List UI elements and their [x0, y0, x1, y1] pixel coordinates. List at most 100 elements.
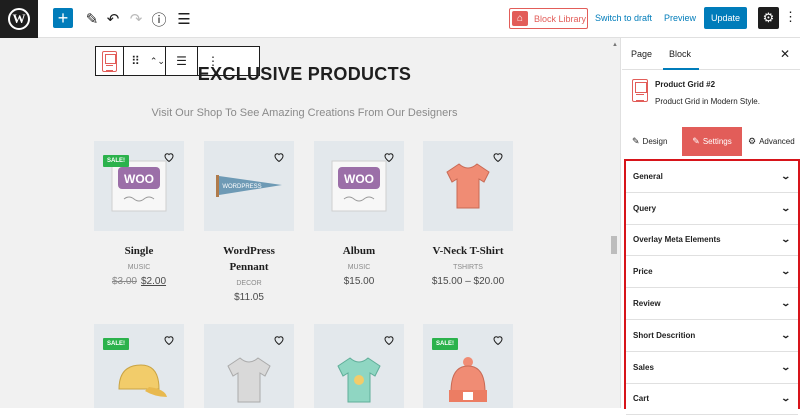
- more-options-icon[interactable]: ⋮: [784, 9, 797, 25]
- panel-query[interactable]: Query ⌄: [626, 193, 798, 225]
- panel-price[interactable]: Price ⌄: [626, 256, 798, 289]
- heart-icon[interactable]: [383, 151, 395, 163]
- chevron-down-icon: ⌄: [780, 298, 792, 309]
- old-price: $3.00: [111, 276, 137, 287]
- block-settings-tabs: ✎ Design ✎ Settings ⚙ Advanced: [622, 127, 800, 157]
- product-image[interactable]: SALE! WOO: [94, 141, 184, 231]
- panel-label: General: [633, 171, 663, 181]
- settings-sidebar: Page Block ✕ Product Grid #2 Product Gri…: [622, 38, 800, 415]
- wrench-icon: ✎: [692, 136, 700, 146]
- section-title: EXCLUSIVE PRODUCTS: [197, 64, 412, 84]
- panel-label: Overlay Meta Elements: [633, 235, 721, 245]
- block-library-button[interactable]: ⌂ Block Library: [509, 8, 588, 29]
- tab-block[interactable]: Block: [662, 49, 700, 70]
- list-view-icon[interactable]: ☰: [172, 7, 196, 31]
- panel-review[interactable]: Review ⌄: [626, 288, 798, 320]
- heart-icon[interactable]: [492, 334, 504, 346]
- editor-canvas: ⠿ ⌃⌄ ☰ ⋮ EXCLUSIVE PRODUCTS Visit Our Sh…: [0, 38, 609, 408]
- close-icon[interactable]: ✕: [780, 47, 790, 61]
- tab-advanced[interactable]: ⚙ Advanced: [748, 127, 800, 156]
- tab-design[interactable]: ✎ Design: [632, 127, 682, 156]
- block-library-label: Block Library: [534, 13, 587, 24]
- product-category[interactable]: MUSIC: [94, 264, 184, 271]
- tshirt-icon: [446, 163, 490, 209]
- product-card[interactable]: [314, 324, 404, 408]
- panel-label: Sales: [633, 362, 654, 372]
- panel-label: Short Descrition: [633, 330, 696, 340]
- heart-icon[interactable]: [492, 151, 504, 163]
- svg-text:WOO: WOO: [124, 172, 154, 186]
- product-price: $3.00 $2.00: [94, 276, 184, 287]
- redo-icon[interactable]: ↷: [124, 7, 148, 31]
- product-price: $11.05: [234, 292, 264, 303]
- woo-album-icon: WOO: [331, 160, 387, 212]
- product-image[interactable]: [314, 324, 404, 408]
- wordpress-logo-icon: W: [8, 8, 30, 30]
- switch-to-draft-button[interactable]: Switch to draft: [595, 13, 652, 23]
- section-subtitle: Visit Our Shop To See Amazing Creations …: [151, 107, 458, 119]
- product-category[interactable]: MUSIC: [314, 264, 404, 271]
- product-card[interactable]: SALE! WOO Single MUSIC $3.00 $2.00: [94, 141, 184, 287]
- panel-label: Query: [633, 203, 657, 213]
- preview-button[interactable]: Preview: [664, 13, 696, 23]
- info-icon[interactable]: ⓘ: [147, 7, 171, 31]
- chevron-down-icon: ⌄: [780, 393, 792, 404]
- heart-icon[interactable]: [383, 334, 395, 346]
- tab-settings[interactable]: ✎ Settings: [682, 127, 742, 156]
- heart-icon[interactable]: [273, 151, 285, 163]
- product-card[interactable]: SALE!: [423, 324, 513, 408]
- update-button[interactable]: Update: [704, 7, 747, 29]
- basket-icon: ⌂: [512, 11, 528, 26]
- heart-icon[interactable]: [163, 334, 175, 346]
- sidebar-tabs: Page Block ✕: [622, 38, 800, 70]
- product-card[interactable]: V-Neck T-Shirt TSHIRTS $15.00 – $20.00: [423, 141, 513, 287]
- panel-label: Cart: [633, 394, 650, 404]
- product-image[interactable]: [204, 324, 294, 408]
- tab-advanced-label: Advanced: [759, 137, 795, 146]
- product-image[interactable]: [423, 141, 513, 231]
- product-name[interactable]: Album: [314, 243, 404, 259]
- product-card[interactable]: WORDPRESS WordPress Pennant DECOR $11.05: [204, 141, 294, 303]
- scrollbar-thumb[interactable]: [611, 236, 617, 254]
- heart-icon[interactable]: [273, 334, 285, 346]
- block-description: Product Grid in Modern Style.: [655, 97, 760, 106]
- product-image[interactable]: WOO: [314, 141, 404, 231]
- product-name[interactable]: WordPress Pennant: [204, 243, 294, 275]
- tab-page[interactable]: Page: [631, 49, 652, 59]
- product-name[interactable]: Single: [94, 243, 184, 259]
- sale-price: $2.00: [141, 276, 167, 287]
- product-card[interactable]: [204, 324, 294, 408]
- settings-gear-icon[interactable]: ⚙: [758, 7, 779, 29]
- undo-icon[interactable]: ↶: [101, 7, 125, 31]
- chevron-down-icon: ⌄: [780, 329, 792, 340]
- canvas-scrollbar[interactable]: ▲: [609, 38, 621, 408]
- editor-header: W + ✎ ↶ ↷ ⓘ ☰ ⌂ Block Library Switch to …: [0, 0, 800, 38]
- product-card[interactable]: WOO Album MUSIC $15.00: [314, 141, 404, 287]
- chevron-down-icon: ⌄: [780, 170, 792, 181]
- product-category[interactable]: DECOR: [204, 280, 294, 287]
- tab-design-label: Design: [642, 137, 668, 146]
- tshirt-grey-icon: [227, 357, 271, 403]
- product-category[interactable]: TSHIRTS: [423, 264, 513, 271]
- cap-icon: [118, 364, 167, 397]
- product-image[interactable]: SALE!: [423, 324, 513, 408]
- add-block-button[interactable]: +: [53, 8, 73, 28]
- product-card[interactable]: SALE!: [94, 324, 184, 408]
- panel-overlay-meta-elements[interactable]: Overlay Meta Elements ⌄: [626, 225, 798, 257]
- svg-text:WORDPRESS: WORDPRESS: [222, 184, 261, 190]
- panel-short-description[interactable]: Short Descrition ⌄: [626, 320, 798, 352]
- product-grid-icon: [632, 79, 648, 102]
- heart-icon[interactable]: [163, 151, 175, 163]
- panel-general[interactable]: General ⌄: [626, 161, 798, 193]
- panel-sales[interactable]: Sales ⌄: [626, 352, 798, 384]
- sale-badge: SALE!: [103, 155, 129, 167]
- product-image[interactable]: WORDPRESS: [204, 141, 294, 231]
- chevron-down-icon: ⌄: [780, 202, 792, 213]
- wordpress-logo-button[interactable]: W: [0, 0, 38, 38]
- scroll-up-icon[interactable]: ▲: [612, 42, 618, 48]
- panel-cart[interactable]: Cart ⌄: [626, 384, 798, 415]
- product-price: $15.00: [343, 276, 375, 287]
- svg-text:WOO: WOO: [344, 172, 374, 186]
- product-name[interactable]: V-Neck T-Shirt: [423, 243, 513, 259]
- product-image[interactable]: SALE!: [94, 324, 184, 408]
